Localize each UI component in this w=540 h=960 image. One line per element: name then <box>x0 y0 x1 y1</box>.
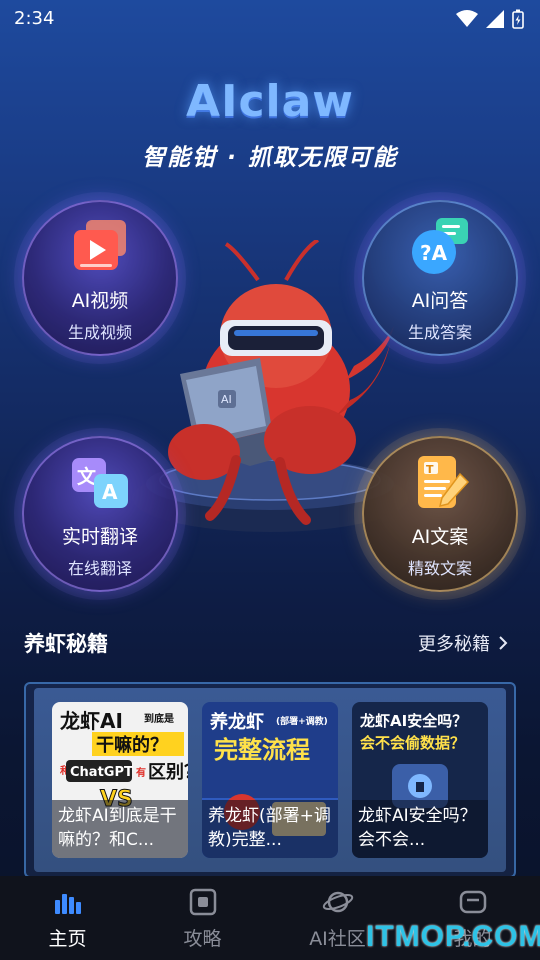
feature-ai-video-button[interactable]: AI视频 生成视频 <box>22 200 178 356</box>
laptop-logo: AI <box>221 393 232 406</box>
tab-label: 攻略 <box>183 928 222 950</box>
video-icon <box>74 220 126 270</box>
app-logo-text: AIclaw <box>186 76 354 127</box>
status-time: 2:34 <box>14 8 55 29</box>
tip-card[interactable]: 龙虾AI 到底是 干嘛的？ 和 ChatGPT 有 区别？ VS 龙虾AI到底是… <box>52 702 188 858</box>
feature-ai-qa-button[interactable]: ?A AI问答 生成答案 <box>362 200 518 356</box>
slogan: 智能钳 · 抓取无限可能 <box>142 145 398 171</box>
home-chart-icon <box>54 894 81 914</box>
card-caption: 龙虾AI安全吗？会不会... <box>352 800 488 858</box>
feature-subtitle: 精致文案 <box>407 559 472 578</box>
cover-text: 会不会偷数据？ <box>360 734 465 752</box>
tab-label: AI社区 <box>309 928 366 950</box>
more-tips-label: 更多秘籍 <box>418 634 490 655</box>
cover-text: 区别？ <box>148 762 188 783</box>
site-watermark: ITMOP.COM <box>366 920 540 953</box>
tip-card[interactable]: 龙虾AI安全吗？ 会不会偷数据？ 龙虾AI安全吗？会不会... <box>352 702 488 858</box>
signal-icon <box>486 10 504 28</box>
tab-guide[interactable]: 攻略 <box>135 876 270 960</box>
translate-icon: 文 A <box>72 458 128 508</box>
cover-text: 干嘛的？ <box>96 734 168 756</box>
feature-title: 实时翻译 <box>61 526 138 548</box>
svg-text:A: A <box>102 480 118 504</box>
feature-subtitle: 在线翻译 <box>67 559 132 578</box>
section-title: 养虾秘籍 <box>24 632 108 656</box>
card-caption: 龙虾AI到底是干嘛的？和C... <box>52 800 188 858</box>
cover-text: 到底是 <box>144 712 174 725</box>
cover-text: 龙虾AI安全吗？ <box>359 712 467 730</box>
feature-title: AI视频 <box>71 290 129 312</box>
feature-translate-button[interactable]: 文 A 实时翻译 在线翻译 <box>22 436 178 592</box>
cover-text: 龙虾AI <box>60 709 123 733</box>
profile-icon <box>459 890 486 914</box>
cover-text: 完整流程 <box>214 736 310 764</box>
planet-icon <box>322 891 353 913</box>
tab-home[interactable]: 主页 <box>0 876 135 960</box>
wifi-icon <box>456 10 478 27</box>
more-tips-link[interactable]: 更多秘籍 <box>418 630 508 656</box>
card-caption: 养龙虾(部署+调教)完整... <box>202 800 338 858</box>
svg-text:T: T <box>426 463 434 476</box>
feature-subtitle: 生成视频 <box>67 323 132 342</box>
feature-title: AI文案 <box>411 526 469 548</box>
svg-text:?A: ?A <box>420 241 448 265</box>
status-bar: 2:34 <box>0 0 540 38</box>
qa-chat-icon: ?A <box>412 218 468 274</box>
cover-text: ChatGPT <box>70 765 133 780</box>
battery-icon <box>512 9 524 29</box>
tip-card[interactable]: 养龙虾 (部署+调教) 完整流程 养龙虾(部署+调教)完整... <box>202 702 338 858</box>
status-icons <box>456 9 524 29</box>
tips-section-header: 养虾秘籍 更多秘籍 <box>24 626 516 660</box>
feature-ai-copywriting-button[interactable]: T AI文案 精致文案 <box>362 436 518 592</box>
chevron-right-icon <box>499 636 508 650</box>
feature-title: AI问答 <box>411 290 469 312</box>
guide-icon <box>189 888 216 916</box>
document-edit-icon: T <box>418 456 470 508</box>
tab-label: 主页 <box>48 928 87 950</box>
cover-text: 养龙虾 <box>209 711 264 733</box>
cover-text: 有 <box>136 766 146 779</box>
feature-subtitle: 生成答案 <box>407 323 472 342</box>
cover-text: (部署+调教) <box>276 715 328 727</box>
